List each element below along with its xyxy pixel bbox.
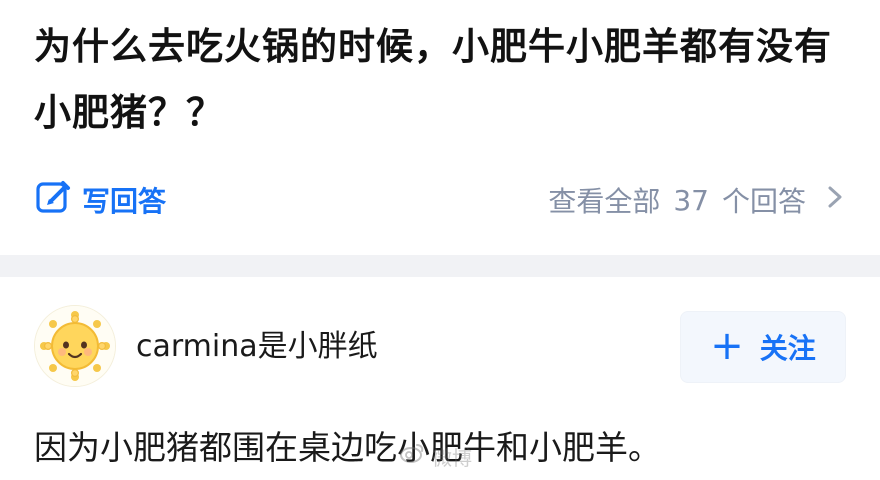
answer-count: 37 <box>673 183 709 217</box>
answer-text[interactable]: 因为小肥猪都围在桌边吃小肥牛和小肥羊。 <box>34 424 846 472</box>
view-all-prefix: 查看全部 <box>548 185 661 218</box>
follow-button[interactable]: + 关注 <box>680 311 846 383</box>
author-avatar[interactable] <box>34 305 116 387</box>
sun-face-avatar <box>35 306 115 386</box>
plus-icon: + <box>710 322 744 369</box>
section-divider <box>0 255 880 277</box>
edit-icon <box>34 178 72 223</box>
author-name[interactable]: carmina是小胖纸 <box>136 327 378 367</box>
follow-label: 关注 <box>759 332 816 365</box>
chevron-right-icon <box>816 184 846 217</box>
write-answer-label: 写回答 <box>82 185 167 218</box>
question-title[interactable]: 为什么去吃火锅的时候，小肥牛小肥羊都有没有小肥猪？？ <box>34 14 854 146</box>
view-all-suffix: 个回答 <box>721 185 806 218</box>
answer-card: carmina是小胖纸 + 关注 因为小肥猪都围在桌边吃小肥牛和小肥羊。 微博 <box>0 277 880 480</box>
write-answer-button[interactable]: 写回答 <box>34 178 166 222</box>
author-row: carmina是小胖纸 + 关注 <box>34 303 846 399</box>
question-actions: 写回答 查看全部 37 个回答 <box>34 172 846 228</box>
question-card: 为什么去吃火锅的时候，小肥牛小肥羊都有没有小肥猪？？ 写回答 查看全部 37 个… <box>0 0 880 255</box>
zhihu-answer-screen: 为什么去吃火锅的时候，小肥牛小肥羊都有没有小肥猪？？ 写回答 查看全部 37 个… <box>0 0 880 480</box>
view-all-answers-link[interactable]: 查看全部 37 个回答 <box>548 178 846 222</box>
